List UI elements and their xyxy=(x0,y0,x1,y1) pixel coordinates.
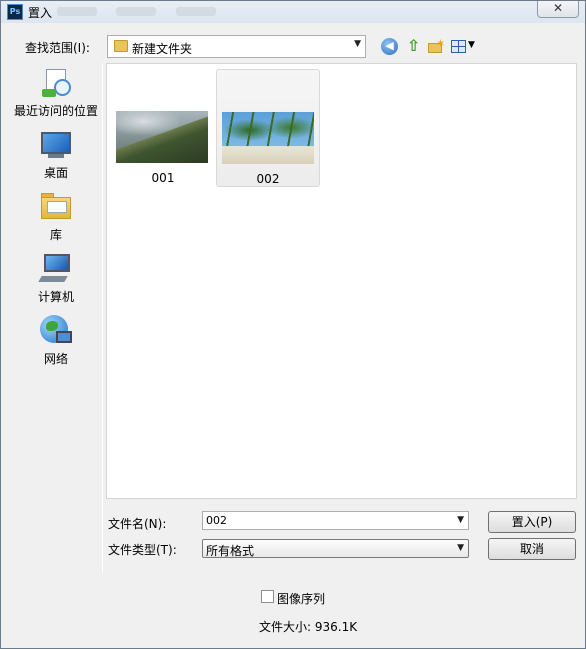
network-icon xyxy=(40,315,72,347)
filename-value: 002 xyxy=(206,514,227,527)
file-list[interactable]: 001 002 xyxy=(106,63,577,499)
new-folder-icon[interactable]: ✶ xyxy=(427,37,445,55)
close-icon: ✕ xyxy=(552,1,564,15)
file-size-text: 文件大小: 936.1K xyxy=(259,620,358,634)
place-desktop[interactable]: 桌面 xyxy=(10,129,102,181)
place-label: 桌面 xyxy=(43,166,68,180)
photoshop-icon: Ps xyxy=(7,4,23,20)
desktop-icon xyxy=(40,129,72,161)
title-bar: Ps 置入 ✕ xyxy=(1,1,585,23)
filetype-value: 所有格式 xyxy=(206,544,255,558)
image-thumbnail xyxy=(116,111,208,163)
image-sequence-checkbox[interactable] xyxy=(261,590,274,603)
place-label: 计算机 xyxy=(37,290,74,304)
image-sequence-label: 图像序列 xyxy=(277,592,326,606)
place-label: 库 xyxy=(49,228,62,242)
folder-icon xyxy=(114,40,128,52)
chevron-down-icon: ▼ xyxy=(457,543,464,553)
blurred-menu-item xyxy=(57,7,97,16)
up-folder-icon[interactable]: ⇧ xyxy=(405,38,422,55)
filename-combobox[interactable]: 002 ▼ xyxy=(202,511,469,530)
libraries-icon xyxy=(40,191,72,223)
image-thumbnail xyxy=(222,112,314,164)
file-name: 001 xyxy=(151,171,175,185)
cancel-button[interactable]: 取消 xyxy=(488,538,576,560)
look-in-dropdown[interactable]: 新建文件夹 ▼ xyxy=(107,35,366,58)
file-item-002[interactable]: 002 xyxy=(216,69,320,187)
filetype-select[interactable]: 所有格式 ▼ xyxy=(202,539,469,558)
place-computer[interactable]: 计算机 xyxy=(10,253,102,305)
places-bar: 最近访问的位置 桌面 库 计算机 网络 xyxy=(10,63,103,573)
place-recent[interactable]: 最近访问的位置 xyxy=(10,67,102,119)
chevron-down-icon: ▼ xyxy=(354,39,361,49)
look-in-label: 查找范围(I): xyxy=(25,41,90,55)
place-label: 最近访问的位置 xyxy=(13,104,98,118)
look-in-value: 新建文件夹 xyxy=(132,42,193,56)
filetype-label: 文件类型(T): xyxy=(108,543,177,557)
place-network[interactable]: 网络 xyxy=(10,315,102,367)
place-libraries[interactable]: 库 xyxy=(10,191,102,243)
computer-icon xyxy=(38,253,72,285)
place-dialog: Ps 置入 ✕ 查找范围(I): 新建文件夹 ▼ ◀ ⇧ ✶ ▼ 最近访问的位置… xyxy=(0,0,586,649)
blurred-menu-item xyxy=(176,7,216,16)
window-title: 置入 xyxy=(28,6,53,20)
place-label: 网络 xyxy=(43,352,68,366)
back-arrow-icon[interactable]: ◀ xyxy=(381,38,398,55)
views-menu-icon[interactable]: ▼ xyxy=(451,38,477,55)
file-item-001[interactable]: 001 xyxy=(111,69,215,187)
filename-label: 文件名(N): xyxy=(108,517,167,531)
chevron-down-icon[interactable]: ▼ xyxy=(457,515,464,525)
file-name: 002 xyxy=(256,172,280,186)
recent-places-icon xyxy=(40,67,72,99)
blurred-menu-item xyxy=(116,7,156,16)
close-button[interactable]: ✕ xyxy=(537,1,579,18)
place-button[interactable]: 置入(P) xyxy=(488,511,576,533)
